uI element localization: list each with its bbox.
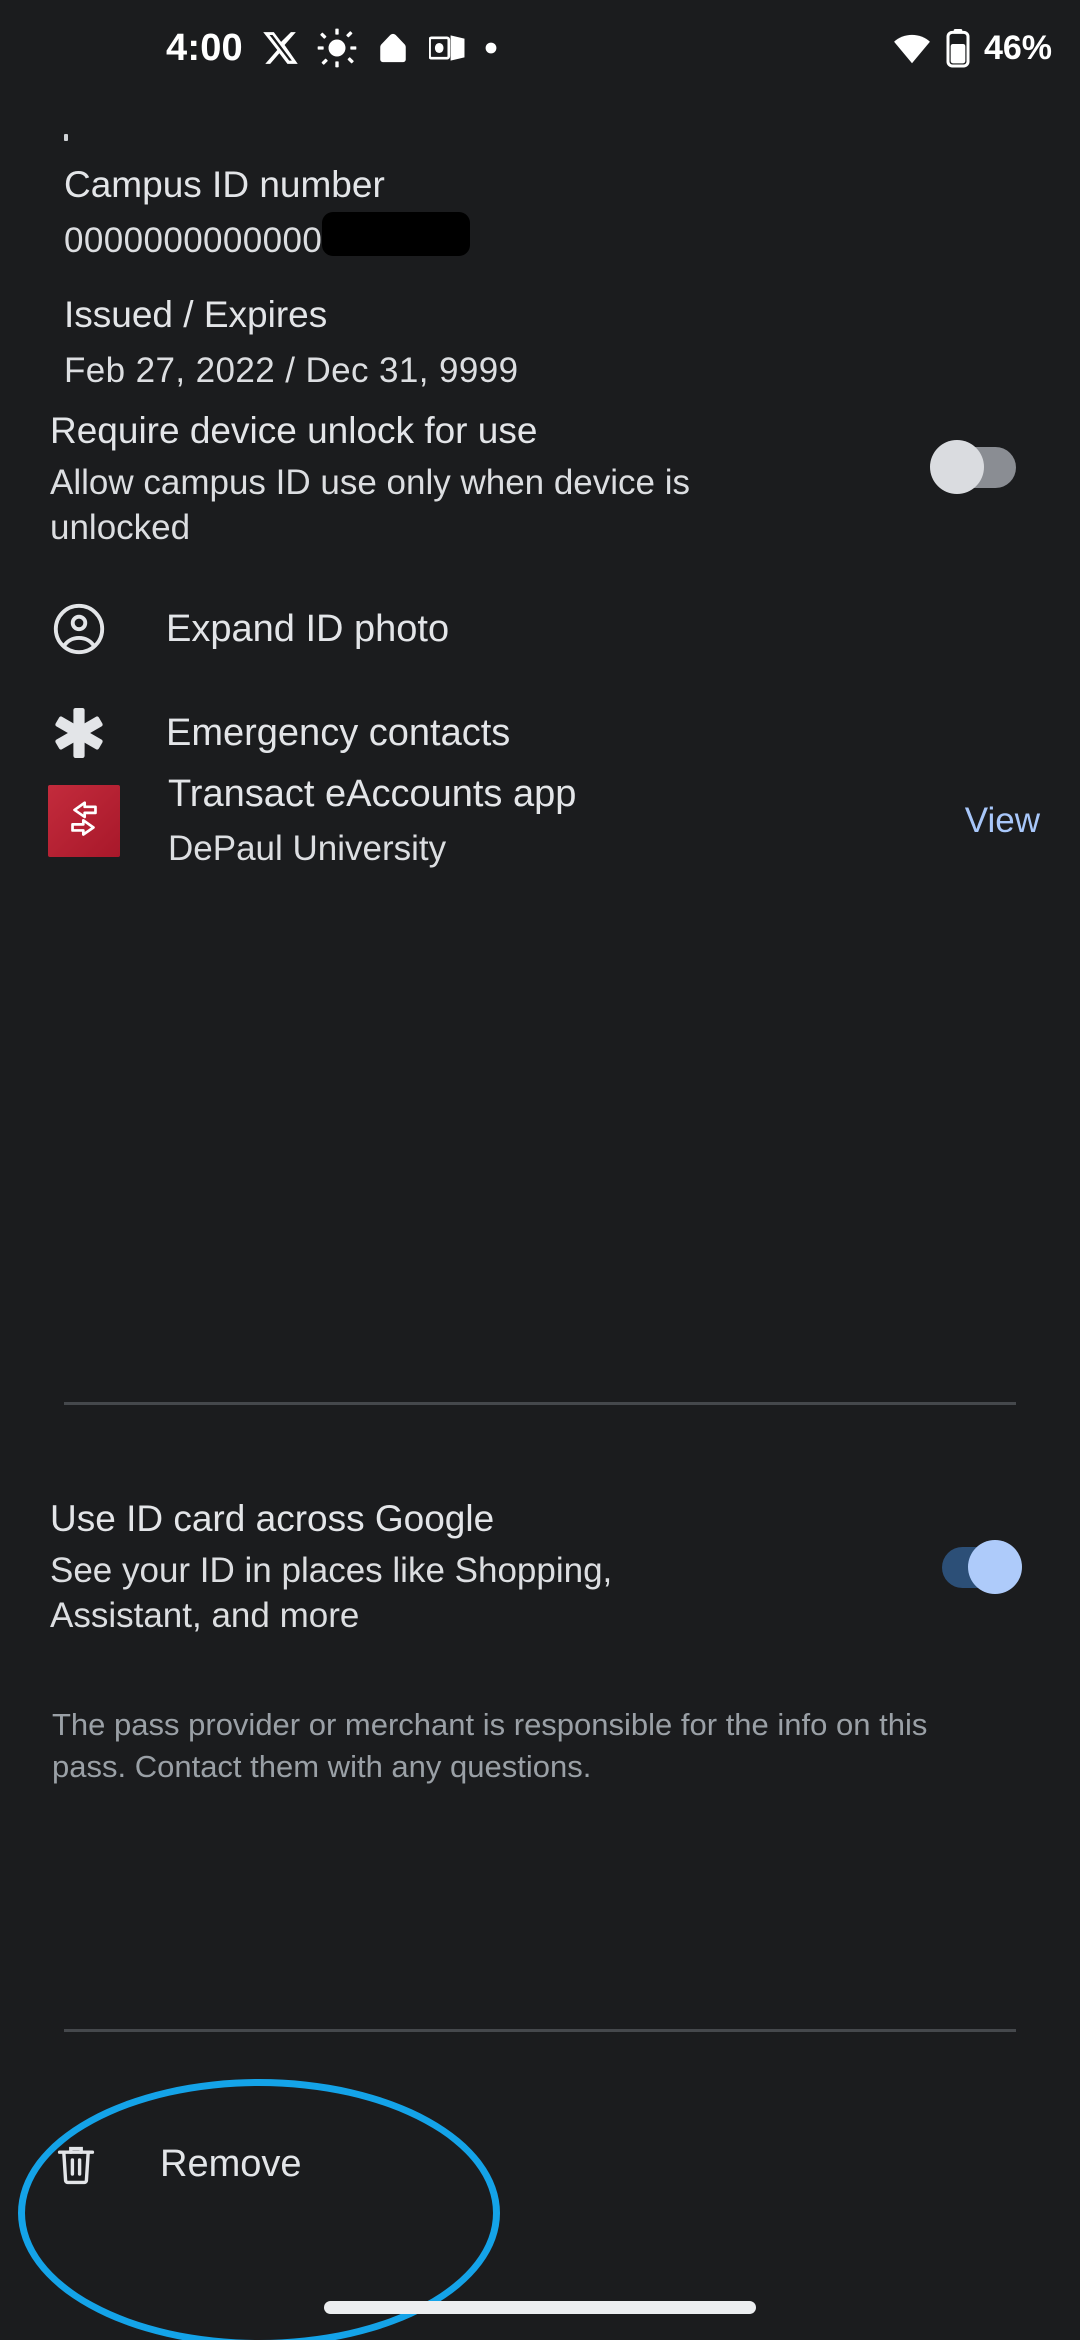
status-bar-left: 4:00 — [166, 0, 499, 96]
home-gesture-indicator[interactable] — [324, 2301, 756, 2314]
divider-bottom — [64, 2029, 1016, 2032]
require-unlock-toggle[interactable] — [930, 440, 1022, 494]
status-bar-right: 46% — [892, 0, 1052, 96]
phone-screen: 4:00 46% Campus ID number 00000000000000… — [0, 0, 1080, 2340]
trash-icon — [48, 2136, 104, 2192]
campus-id-redaction-box — [322, 212, 470, 257]
x-twitter-icon — [261, 29, 299, 67]
toggle-thumb — [968, 1540, 1022, 1594]
emergency-contacts-row[interactable]: Emergency contacts — [48, 688, 510, 778]
account-circle-icon — [48, 598, 110, 660]
battery-icon — [946, 28, 970, 68]
battery-percent-label: 46% — [983, 29, 1052, 67]
notification-dot-icon — [483, 40, 499, 56]
use-across-google-toggle[interactable] — [930, 1540, 1022, 1594]
transact-app-text: Transact eAccounts app DePaul University — [168, 772, 945, 870]
transact-app-view-link[interactable]: View — [945, 801, 1040, 841]
pass-disclaimer: The pass provider or merchant is respons… — [52, 1707, 928, 1784]
campus-id-field: Campus ID number 00000000000000000 — [64, 162, 684, 264]
remove-button[interactable]: Remove — [48, 2121, 302, 2207]
require-unlock-text: Require device unlock for use Allow camp… — [50, 408, 770, 551]
use-across-google-text: Use ID card across Google See your ID in… — [50, 1496, 770, 1639]
wifi-icon — [892, 32, 932, 64]
require-unlock-title: Require device unlock for use — [50, 410, 538, 451]
transact-app-subtitle: DePaul University — [168, 828, 447, 868]
divider-top — [64, 1402, 1016, 1405]
google-home-icon — [375, 30, 411, 66]
transact-app-row[interactable]: Transact eAccounts app DePaul University… — [48, 772, 1040, 870]
brightness-sun-icon — [317, 28, 357, 68]
use-across-google-title: Use ID card across Google — [50, 1498, 495, 1539]
require-unlock-subtitle: Allow campus ID use only when device is … — [50, 462, 691, 548]
use-across-google-row[interactable]: Use ID card across Google See your ID in… — [50, 1496, 1040, 1639]
issued-expires-label: Issued / Expires — [64, 294, 328, 335]
transact-eaccounts-app-icon — [48, 785, 120, 858]
expand-id-photo-row[interactable]: Expand ID photo — [48, 584, 449, 674]
issued-expires-value: Feb 27, 2022 / Dec 31, 9999 — [64, 351, 519, 391]
status-bar: 4:00 46% — [0, 0, 1080, 96]
require-unlock-row[interactable]: Require device unlock for use Allow camp… — [50, 408, 1040, 551]
outlook-icon — [428, 33, 465, 63]
expand-id-photo-label: Expand ID photo — [166, 607, 450, 650]
navigation-bar — [0, 2260, 1080, 2340]
remove-label: Remove — [160, 2142, 302, 2185]
toggle-thumb — [930, 440, 984, 494]
use-across-google-subtitle: See your ID in places like Shopping, Ass… — [50, 1550, 613, 1636]
issued-expires-field: Issued / Expires Feb 27, 2022 / Dec 31, … — [64, 292, 518, 394]
emergency-contacts-label: Emergency contacts — [166, 711, 511, 754]
scroll-remnant-mark — [64, 134, 68, 141]
campus-id-label: Campus ID number — [64, 164, 385, 205]
transact-app-title: Transact eAccounts app — [168, 773, 577, 815]
status-bar-clock: 4:00 — [166, 27, 243, 69]
medical-star-of-life-icon — [48, 702, 110, 764]
